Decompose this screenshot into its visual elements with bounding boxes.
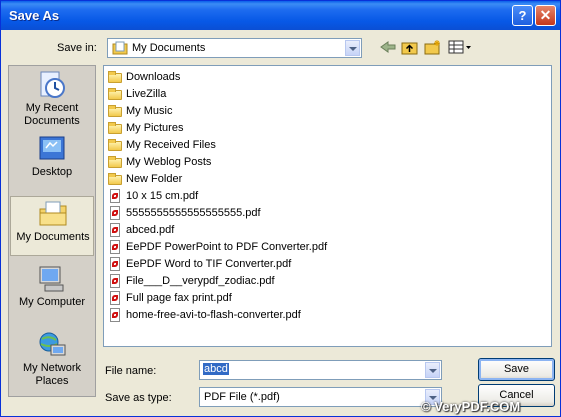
- pdf-file-icon: [107, 222, 123, 238]
- save-as-type-label: Save as type:: [105, 392, 172, 404]
- help-button[interactable]: ?: [512, 5, 533, 26]
- pictures-folder-icon: [107, 121, 123, 136]
- place-desktop[interactable]: Desktop: [10, 132, 94, 192]
- place-my-network-places[interactable]: My Network Places: [10, 328, 94, 394]
- file-name-label: File name:: [105, 365, 157, 377]
- list-item[interactable]: Full page fax print.pdf: [107, 290, 232, 306]
- save-in-value: My Documents: [132, 42, 206, 54]
- file-name-dropdown-arrow[interactable]: [425, 362, 440, 378]
- save-button[interactable]: Save: [478, 358, 555, 381]
- dialog-title: Save As: [9, 8, 60, 23]
- up-folder-icon[interactable]: [401, 39, 419, 55]
- place-my-documents[interactable]: My Documents: [10, 196, 94, 256]
- folder-icon: [107, 87, 123, 102]
- list-item[interactable]: EePDF PowerPoint to PDF Converter.pdf: [107, 239, 327, 255]
- save-as-dialog: Save As ? ✕ Save in: My Documents My Rec…: [0, 0, 561, 417]
- pdf-file-icon: [107, 290, 123, 306]
- back-icon[interactable]: [379, 39, 397, 55]
- save-in-combo[interactable]: My Documents: [107, 38, 362, 58]
- save-as-type-value: PDF File (*.pdf): [204, 391, 280, 403]
- recent-documents-icon: [37, 70, 67, 100]
- network-places-icon: [37, 330, 67, 360]
- file-name-input[interactable]: abcd: [199, 360, 442, 380]
- pdf-file-icon: [107, 256, 123, 272]
- folder-icon: [107, 155, 123, 170]
- views-menu-icon[interactable]: [448, 39, 472, 55]
- list-item[interactable]: File___D__verypdf_zodiac.pdf: [107, 273, 275, 289]
- list-item[interactable]: My Weblog Posts: [107, 154, 211, 170]
- list-item[interactable]: Downloads: [107, 69, 180, 85]
- music-folder-icon: [107, 104, 123, 119]
- place-my-computer[interactable]: My Computer: [10, 262, 94, 322]
- list-item[interactable]: My Music: [107, 103, 172, 119]
- file-list[interactable]: Downloads LiveZilla My Music My Pictures…: [103, 65, 552, 347]
- list-item[interactable]: New Folder: [107, 171, 182, 187]
- place-label: My Recent Documents: [24, 102, 80, 127]
- folder-icon: [107, 70, 123, 85]
- save-as-type-select[interactable]: PDF File (*.pdf): [199, 387, 442, 407]
- place-label: Desktop: [31, 166, 73, 178]
- places-bar: My Recent Documents Desktop My Documents…: [8, 65, 96, 397]
- place-my-recent-documents[interactable]: My Recent Documents: [10, 68, 94, 128]
- place-label: My Documents: [16, 231, 90, 243]
- my-documents-small-icon: [112, 41, 128, 55]
- list-item[interactable]: 10 x 15 cm.pdf: [107, 188, 198, 204]
- watermark: © VeryPDF.COM: [421, 399, 521, 414]
- place-label: My Network Places: [22, 362, 82, 387]
- pdf-file-icon: [107, 273, 123, 289]
- pdf-file-icon: [107, 188, 123, 204]
- save-in-label: Save in:: [57, 42, 97, 54]
- new-folder-icon[interactable]: [424, 39, 442, 55]
- pdf-file-icon: [107, 307, 123, 323]
- folder-icon: [107, 172, 123, 187]
- pdf-file-icon: [107, 239, 123, 255]
- list-item[interactable]: EePDF Word to TIF Converter.pdf: [107, 256, 291, 272]
- close-button[interactable]: ✕: [535, 5, 556, 26]
- file-name-value: abcd: [203, 363, 229, 375]
- place-label: My Computer: [18, 296, 86, 308]
- list-item[interactable]: home-free-avi-to-flash-converter.pdf: [107, 307, 301, 323]
- title-bar[interactable]: Save As ? ✕: [1, 1, 560, 30]
- pdf-file-icon: [107, 205, 123, 221]
- save-in-dropdown-arrow[interactable]: [345, 40, 360, 56]
- list-item[interactable]: 5555555555555555555.pdf: [107, 205, 261, 221]
- list-item[interactable]: My Pictures: [107, 120, 183, 136]
- list-item[interactable]: LiveZilla: [107, 86, 166, 102]
- folder-icon: [107, 138, 123, 153]
- my-computer-icon: [37, 264, 67, 294]
- desktop-icon: [37, 134, 67, 164]
- list-item[interactable]: My Received Files: [107, 137, 216, 153]
- my-documents-icon: [38, 199, 68, 229]
- list-item[interactable]: abced.pdf: [107, 222, 174, 238]
